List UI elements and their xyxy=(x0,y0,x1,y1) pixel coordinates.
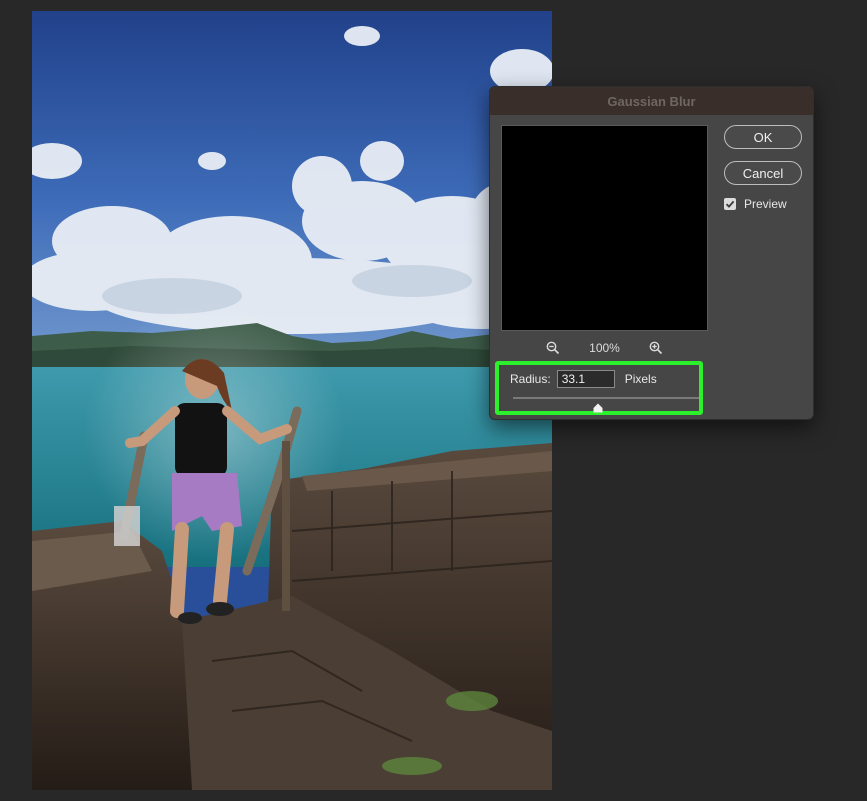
zoom-out-icon[interactable] xyxy=(545,340,561,356)
ok-button[interactable]: OK xyxy=(724,125,802,149)
preview-label: Preview xyxy=(744,197,787,211)
dialog-titlebar[interactable]: Gaussian Blur xyxy=(490,87,813,115)
zoom-controls: 100% xyxy=(501,339,708,357)
preview-toggle[interactable]: Preview xyxy=(724,197,787,211)
photo-canvas xyxy=(32,11,552,790)
radius-input[interactable] xyxy=(556,370,615,388)
checkmark-icon xyxy=(725,200,735,208)
gaussian-blur-dialog: Gaussian Blur 100% OK Cancel Preview Rad… xyxy=(489,86,814,420)
dialog-title: Gaussian Blur xyxy=(607,93,696,109)
radius-row: Radius: Pixels xyxy=(510,370,657,388)
filter-preview-pane[interactable] xyxy=(501,125,708,331)
preview-checkbox[interactable] xyxy=(724,198,736,210)
radius-unit-label: Pixels xyxy=(624,372,657,386)
cancel-button[interactable]: Cancel xyxy=(724,161,802,185)
radius-slider-track[interactable] xyxy=(513,397,699,399)
photo-image xyxy=(32,11,552,790)
zoom-level: 100% xyxy=(589,341,620,355)
slider-thumb-icon[interactable] xyxy=(593,400,603,413)
zoom-in-icon[interactable] xyxy=(648,340,664,356)
radius-highlight-box: Radius: Pixels xyxy=(495,361,703,415)
radius-label: Radius: xyxy=(510,372,551,386)
